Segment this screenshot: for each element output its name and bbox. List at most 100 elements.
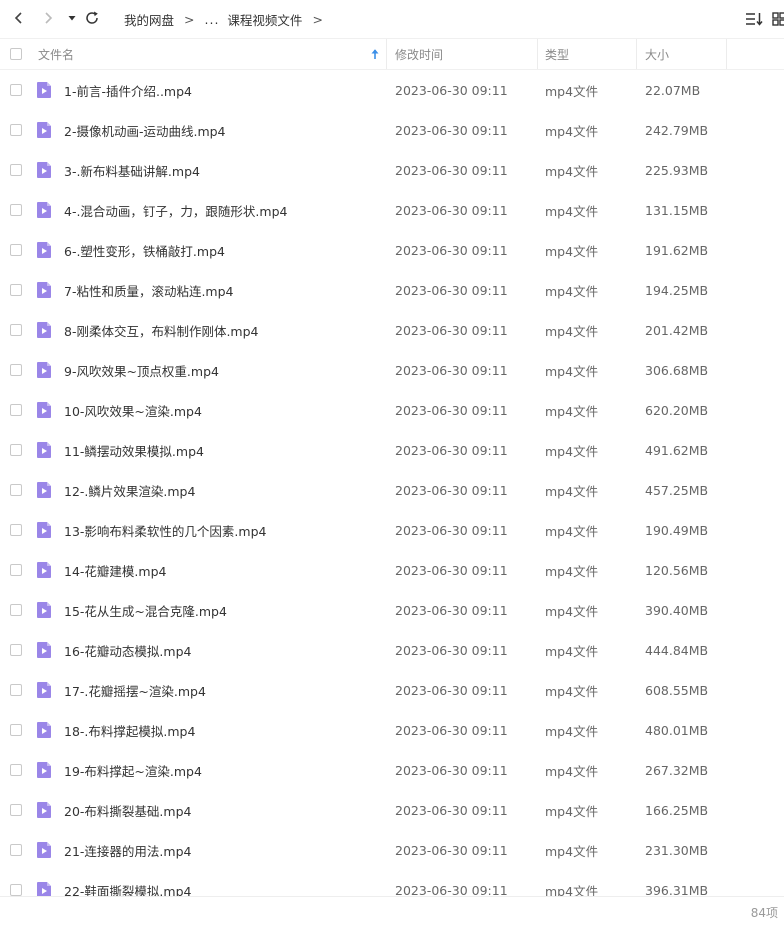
column-header-row: 文件名 修改时间 类型 大小	[0, 38, 784, 70]
row-checkbox[interactable]	[10, 844, 22, 856]
file-row[interactable]: 20-布料撕裂基础.mp4 2023-06-30 09:11 mp4文件 166…	[0, 790, 784, 830]
sort-ascending-indicator[interactable]	[370, 39, 380, 69]
file-name[interactable]: 19-布料撑起~渲染.mp4	[64, 750, 202, 790]
file-name[interactable]: 16-花瓣动态模拟.mp4	[64, 630, 191, 670]
file-name[interactable]: 8-刚柔体交互，布料制作刚体.mp4	[64, 310, 259, 350]
file-size: 306.68MB	[645, 362, 709, 378]
sort-options-button[interactable]	[744, 9, 764, 29]
refresh-button[interactable]	[82, 8, 102, 28]
file-modified-time: 2023-06-30 09:11	[395, 882, 508, 897]
file-type: mp4文件	[545, 883, 599, 897]
arrow-up-icon	[371, 49, 379, 59]
history-dropdown-button[interactable]	[62, 8, 82, 28]
file-name[interactable]: 4-.混合动画，钉子，力，跟随形状.mp4	[64, 190, 287, 230]
breadcrumb-root[interactable]: 我的网盘	[124, 10, 174, 29]
file-name[interactable]: 12-.鳞片效果渲染.mp4	[64, 470, 195, 510]
file-list: 1-前言-插件介绍..mp4 2023-06-30 09:11 mp4文件 22…	[0, 70, 784, 896]
column-divider[interactable]	[636, 39, 637, 69]
file-row[interactable]: 7-粘性和质量，滚动粘连.mp4 2023-06-30 09:11 mp4文件 …	[0, 270, 784, 310]
row-checkbox[interactable]	[10, 404, 22, 416]
file-row[interactable]: 11-鳞摆动效果模拟.mp4 2023-06-30 09:11 mp4文件 49…	[0, 430, 784, 470]
row-checkbox[interactable]	[10, 724, 22, 736]
file-row[interactable]: 12-.鳞片效果渲染.mp4 2023-06-30 09:11 mp4文件 45…	[0, 470, 784, 510]
file-size: 190.49MB	[645, 522, 709, 538]
file-name[interactable]: 3-.新布料基础讲解.mp4	[64, 150, 200, 190]
file-size: 267.32MB	[645, 762, 709, 778]
row-checkbox[interactable]	[10, 204, 22, 216]
file-name[interactable]: 1-前言-插件介绍..mp4	[64, 70, 192, 110]
column-divider[interactable]	[726, 39, 727, 69]
breadcrumb-separator: >	[312, 11, 323, 27]
file-name[interactable]: 9-风吹效果~顶点权重.mp4	[64, 350, 219, 390]
column-header-name[interactable]: 文件名	[38, 39, 74, 69]
file-name[interactable]: 22-鞋面撕裂模拟.mp4	[64, 870, 191, 897]
row-checkbox[interactable]	[10, 324, 22, 336]
file-row[interactable]: 1-前言-插件介绍..mp4 2023-06-30 09:11 mp4文件 22…	[0, 70, 784, 110]
row-checkbox[interactable]	[10, 124, 22, 136]
column-header-type[interactable]: 类型	[545, 39, 569, 69]
file-row[interactable]: 21-连接器的用法.mp4 2023-06-30 09:11 mp4文件 231…	[0, 830, 784, 870]
row-checkbox[interactable]	[10, 484, 22, 496]
file-name[interactable]: 14-花瓣建模.mp4	[64, 550, 166, 590]
row-checkbox[interactable]	[10, 164, 22, 176]
file-row[interactable]: 8-刚柔体交互，布料制作刚体.mp4 2023-06-30 09:11 mp4文…	[0, 310, 784, 350]
file-name[interactable]: 15-花从生成~混合克隆.mp4	[64, 590, 227, 630]
file-row[interactable]: 15-花从生成~混合克隆.mp4 2023-06-30 09:11 mp4文件 …	[0, 590, 784, 630]
file-row[interactable]: 9-风吹效果~顶点权重.mp4 2023-06-30 09:11 mp4文件 3…	[0, 350, 784, 390]
file-row[interactable]: 19-布料撑起~渲染.mp4 2023-06-30 09:11 mp4文件 26…	[0, 750, 784, 790]
breadcrumb-ellipsis[interactable]: ...	[205, 12, 220, 27]
file-name[interactable]: 6-.塑性变形，铁桶敲打.mp4	[64, 230, 225, 270]
file-row[interactable]: 6-.塑性变形，铁桶敲打.mp4 2023-06-30 09:11 mp4文件 …	[0, 230, 784, 270]
row-checkbox[interactable]	[10, 84, 22, 96]
file-type: mp4文件	[545, 83, 599, 99]
chevron-left-icon	[14, 12, 22, 24]
row-checkbox[interactable]	[10, 564, 22, 576]
file-size: 22.07MB	[645, 82, 701, 98]
row-checkbox[interactable]	[10, 684, 22, 696]
row-checkbox[interactable]	[10, 244, 22, 256]
row-checkbox[interactable]	[10, 284, 22, 296]
column-divider[interactable]	[386, 39, 387, 69]
file-row[interactable]: 14-花瓣建模.mp4 2023-06-30 09:11 mp4文件 120.5…	[0, 550, 784, 590]
file-row[interactable]: 18-.布料撑起模拟.mp4 2023-06-30 09:11 mp4文件 48…	[0, 710, 784, 750]
file-name[interactable]: 7-粘性和质量，滚动粘连.mp4	[64, 270, 234, 310]
column-header-modified[interactable]: 修改时间	[395, 39, 443, 69]
file-row[interactable]: 3-.新布料基础讲解.mp4 2023-06-30 09:11 mp4文件 22…	[0, 150, 784, 190]
file-row[interactable]: 4-.混合动画，钉子，力，跟随形状.mp4 2023-06-30 09:11 m…	[0, 190, 784, 230]
file-name[interactable]: 20-布料撕裂基础.mp4	[64, 790, 191, 830]
file-modified-time: 2023-06-30 09:11	[395, 602, 508, 618]
row-checkbox[interactable]	[10, 604, 22, 616]
file-row[interactable]: 22-鞋面撕裂模拟.mp4 2023-06-30 09:11 mp4文件 396…	[0, 870, 784, 896]
row-checkbox[interactable]	[10, 524, 22, 536]
row-checkbox[interactable]	[10, 364, 22, 376]
file-name[interactable]: 21-连接器的用法.mp4	[64, 830, 191, 870]
video-file-icon	[36, 881, 52, 896]
file-name[interactable]: 10-风吹效果~渲染.mp4	[64, 390, 202, 430]
status-bar: 84项	[0, 896, 784, 928]
grid-view-button[interactable]	[772, 9, 784, 29]
back-button[interactable]	[9, 8, 29, 28]
file-row[interactable]: 10-风吹效果~渲染.mp4 2023-06-30 09:11 mp4文件 62…	[0, 390, 784, 430]
video-file-icon	[36, 641, 52, 662]
row-checkbox[interactable]	[10, 764, 22, 776]
column-header-size[interactable]: 大小	[645, 39, 669, 69]
file-name[interactable]: 11-鳞摆动效果模拟.mp4	[64, 430, 204, 470]
breadcrumb-current[interactable]: 课程视频文件	[227, 10, 302, 29]
file-row[interactable]: 13-影响布料柔软性的几个因素.mp4 2023-06-30 09:11 mp4…	[0, 510, 784, 550]
forward-button[interactable]	[38, 8, 58, 28]
file-row[interactable]: 16-花瓣动态模拟.mp4 2023-06-30 09:11 mp4文件 444…	[0, 630, 784, 670]
row-checkbox[interactable]	[10, 884, 22, 896]
row-checkbox[interactable]	[10, 444, 22, 456]
file-name[interactable]: 13-影响布料柔软性的几个因素.mp4	[64, 510, 266, 550]
select-all-checkbox[interactable]	[10, 48, 22, 60]
file-name[interactable]: 2-摄像机动画-运动曲线.mp4	[64, 110, 226, 150]
file-name[interactable]: 17-.花瓣摇摆~渲染.mp4	[64, 670, 206, 710]
column-divider[interactable]	[537, 39, 538, 69]
file-row[interactable]: 2-摄像机动画-运动曲线.mp4 2023-06-30 09:11 mp4文件 …	[0, 110, 784, 150]
row-checkbox[interactable]	[10, 804, 22, 816]
row-checkbox[interactable]	[10, 644, 22, 656]
file-size: 491.62MB	[645, 442, 709, 458]
file-name[interactable]: 18-.布料撑起模拟.mp4	[64, 710, 195, 750]
file-row[interactable]: 17-.花瓣摇摆~渲染.mp4 2023-06-30 09:11 mp4文件 6…	[0, 670, 784, 710]
file-modified-time: 2023-06-30 09:11	[395, 122, 508, 138]
